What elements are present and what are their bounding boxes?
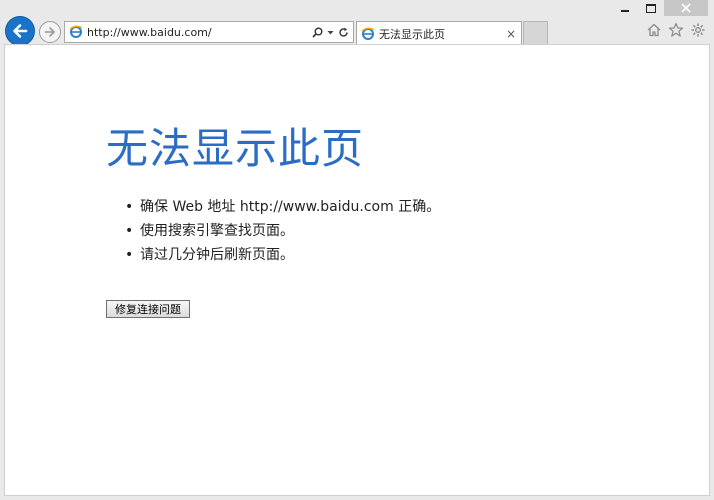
tips-list: 确保 Web 地址 http://www.baidu.com 正确。 使用搜索引… <box>125 197 440 269</box>
window-controls <box>612 0 708 16</box>
refresh-icon[interactable] <box>338 27 349 38</box>
tab-ie-logo-icon <box>361 27 375 41</box>
address-bar[interactable]: http://www.baidu.com/ <box>64 21 354 43</box>
minimize-button[interactable] <box>612 0 638 16</box>
browser-toolbar: http://www.baidu.com/ 无法显示此页 × <box>0 15 714 46</box>
forward-button[interactable] <box>39 21 61 43</box>
search-icon[interactable] <box>312 27 323 38</box>
fix-connection-button[interactable]: 修复连接问题 <box>106 300 190 318</box>
forward-arrow-icon <box>44 27 55 37</box>
tab-title: 无法显示此页 <box>379 27 445 41</box>
gear-icon[interactable] <box>690 22 706 38</box>
back-arrow-icon <box>13 24 28 38</box>
address-tools <box>312 27 349 38</box>
list-item: 请过几分钟后刷新页面。 <box>125 245 440 269</box>
close-icon <box>681 3 691 13</box>
minimize-icon <box>621 10 629 12</box>
url-text[interactable]: http://www.baidu.com/ <box>87 26 312 39</box>
page-content: 无法显示此页 确保 Web 地址 http://www.baidu.com 正确… <box>4 44 710 496</box>
page-title: 无法显示此页 <box>106 124 365 173</box>
chevron-down-icon[interactable] <box>327 29 334 36</box>
new-tab-button[interactable] <box>523 21 548 45</box>
star-icon[interactable] <box>668 22 684 38</box>
list-item: 使用搜索引擎查找页面。 <box>125 221 440 245</box>
back-button[interactable] <box>5 16 35 46</box>
close-window-button[interactable] <box>664 0 708 16</box>
list-item: 确保 Web 地址 http://www.baidu.com 正确。 <box>125 197 440 221</box>
browser-right-icons <box>646 22 706 38</box>
ie-logo-icon <box>69 25 83 39</box>
maximize-button[interactable] <box>638 0 664 16</box>
maximize-icon <box>646 3 656 13</box>
home-icon[interactable] <box>646 22 662 38</box>
tab-active[interactable]: 无法显示此页 × <box>356 21 522 45</box>
tab-close-button[interactable]: × <box>506 27 516 41</box>
